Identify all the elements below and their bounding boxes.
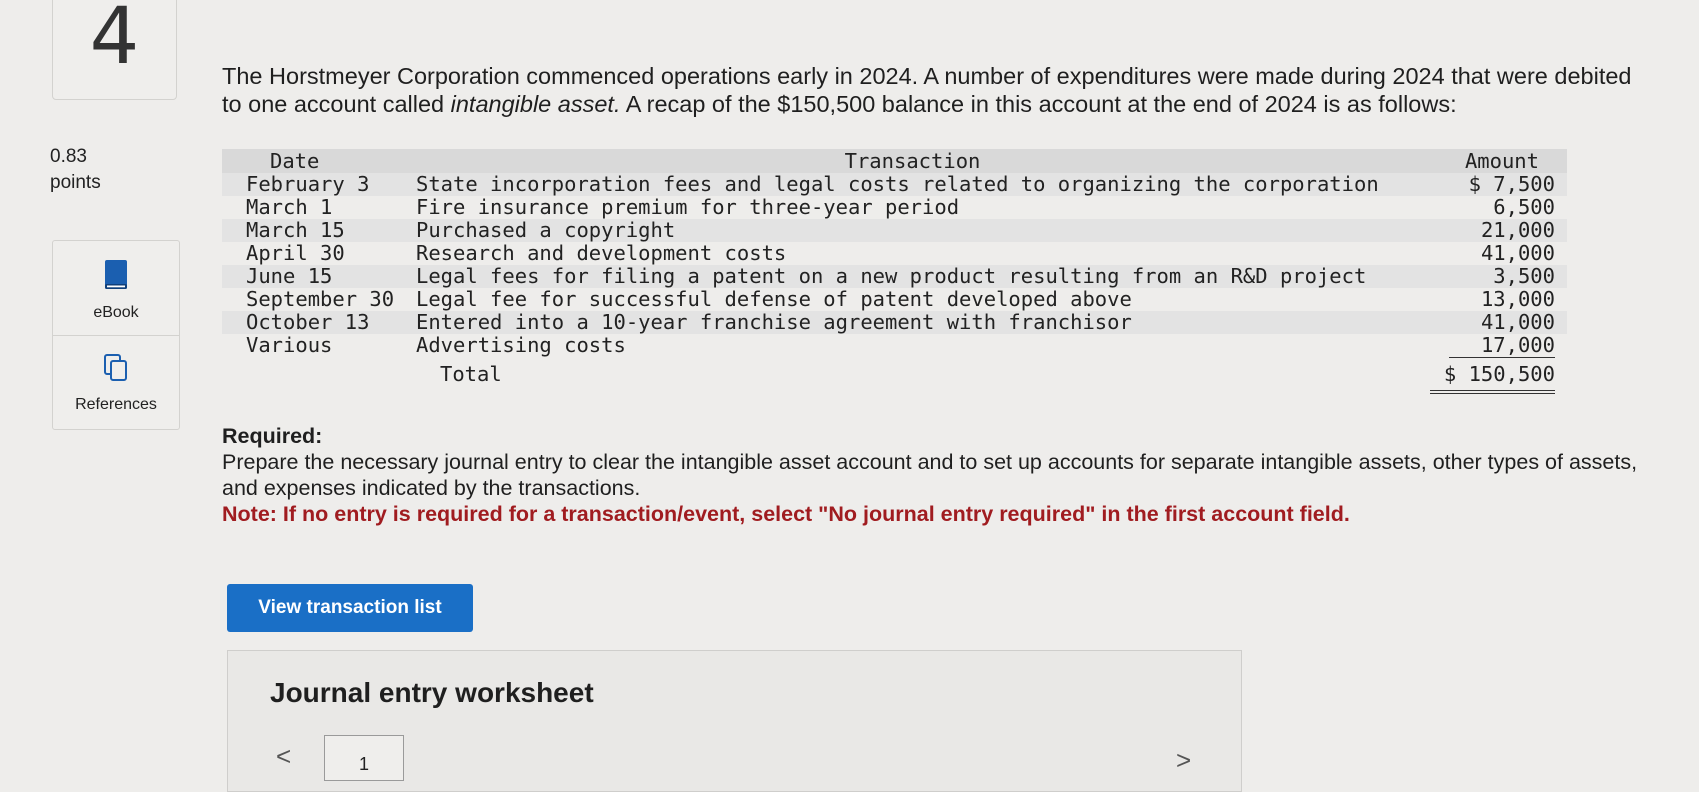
row-amount: 17,000: [1448, 333, 1555, 358]
view-transaction-list-button[interactable]: View transaction list: [227, 584, 473, 632]
resources-panel: eBook References: [52, 240, 180, 430]
table-row: March 1 Fire insurance premium for three…: [222, 196, 1567, 219]
references-button[interactable]: References: [53, 353, 179, 414]
required-section: Required: Prepare the necessary journal …: [222, 423, 1652, 527]
header-transaction: Transaction: [410, 149, 1415, 173]
row-amount: 41,000: [1480, 241, 1555, 265]
total-label: Total: [440, 361, 502, 386]
table-header-row: Date Transaction Amount: [222, 149, 1567, 173]
points-label: points: [50, 172, 101, 193]
row-date: April 30: [246, 241, 345, 265]
row-amount: 21,000: [1415, 219, 1567, 242]
row-transaction: Entered into a 10-year franchise agreeme…: [410, 311, 1415, 334]
total-spacer: [222, 357, 410, 391]
table-row: October 13 Entered into a 10-year franch…: [222, 311, 1567, 334]
book-icon: [53, 259, 179, 296]
chevron-left-icon[interactable]: <: [276, 741, 291, 772]
total-amount: $ 150,500: [1429, 361, 1555, 394]
row-date: Various: [246, 333, 333, 357]
row-amount: 3,500: [1415, 265, 1567, 288]
ebook-button[interactable]: eBook: [53, 259, 179, 322]
row-transaction: Research and development costs: [416, 241, 787, 265]
table-row: Various Advertising costs 17,000: [222, 333, 1567, 358]
worksheet-title: Journal entry worksheet: [270, 677, 594, 708]
question-number: 4: [89, 0, 140, 82]
table-row: September 30 Legal fee for successful de…: [222, 288, 1567, 311]
table-row: March 15 Purchased a copyright 21,000: [222, 219, 1567, 242]
copy-pages-icon: [53, 353, 179, 388]
required-note: Note: If no entry is required for a tran…: [222, 502, 1350, 526]
row-date: October 13: [222, 311, 410, 334]
row-transaction: Advertising costs: [416, 333, 626, 357]
references-label: References: [75, 396, 157, 413]
problem-intro: The Horstmeyer Corporation commenced ope…: [222, 62, 1632, 118]
question-number-box: 4: [52, 0, 177, 100]
total-amount-cell: $ 150,500: [1415, 357, 1567, 394]
row-amount: 41,000: [1415, 311, 1567, 334]
row-amount-cell: 17,000: [1415, 333, 1567, 358]
required-heading: Required:: [222, 424, 323, 448]
journal-entry-worksheet: Journal entry worksheet < 1 >: [227, 650, 1242, 792]
row-transaction: Legal fees for filing a patent on a new …: [410, 265, 1415, 288]
row-date: June 15: [222, 265, 410, 288]
header-date: Date: [222, 149, 410, 173]
table-row: February 3 State incorporation fees and …: [222, 173, 1567, 196]
panel-divider: [53, 335, 179, 336]
row-amount: 6,500: [1493, 195, 1555, 219]
row-date: September 30: [246, 287, 395, 311]
intro-part2: A recap of the $150,500 balance in this …: [620, 91, 1457, 117]
chevron-right-icon[interactable]: >: [1176, 745, 1191, 776]
header-amount: Amount: [1415, 149, 1567, 173]
row-date: March 1: [246, 195, 333, 219]
required-text: Prepare the necessary journal entry to c…: [222, 450, 1638, 500]
recap-table: Date Transaction Amount February 3 State…: [222, 149, 1567, 394]
row-transaction: Legal fee for successful defense of pate…: [416, 287, 1132, 311]
row-transaction: State incorporation fees and legal costs…: [410, 173, 1415, 196]
intro-emphasis: intangible asset.: [450, 91, 621, 117]
table-row: June 15 Legal fees for filing a patent o…: [222, 265, 1567, 288]
points-info: 0.83 points: [50, 144, 101, 196]
ebook-label: eBook: [93, 304, 139, 321]
table-row: April 30 Research and development costs …: [222, 242, 1567, 265]
total-row: Total $ 150,500: [222, 357, 1567, 394]
row-date: March 15: [222, 219, 410, 242]
row-date: February 3: [222, 173, 410, 196]
row-amount: $ 7,500: [1415, 173, 1567, 196]
worksheet-page-tab[interactable]: 1: [324, 735, 404, 781]
row-amount: 13,000: [1480, 287, 1555, 311]
row-transaction: Purchased a copyright: [410, 219, 1415, 242]
points-value: 0.83: [50, 146, 87, 167]
row-transaction: Fire insurance premium for three-year pe…: [416, 195, 960, 219]
